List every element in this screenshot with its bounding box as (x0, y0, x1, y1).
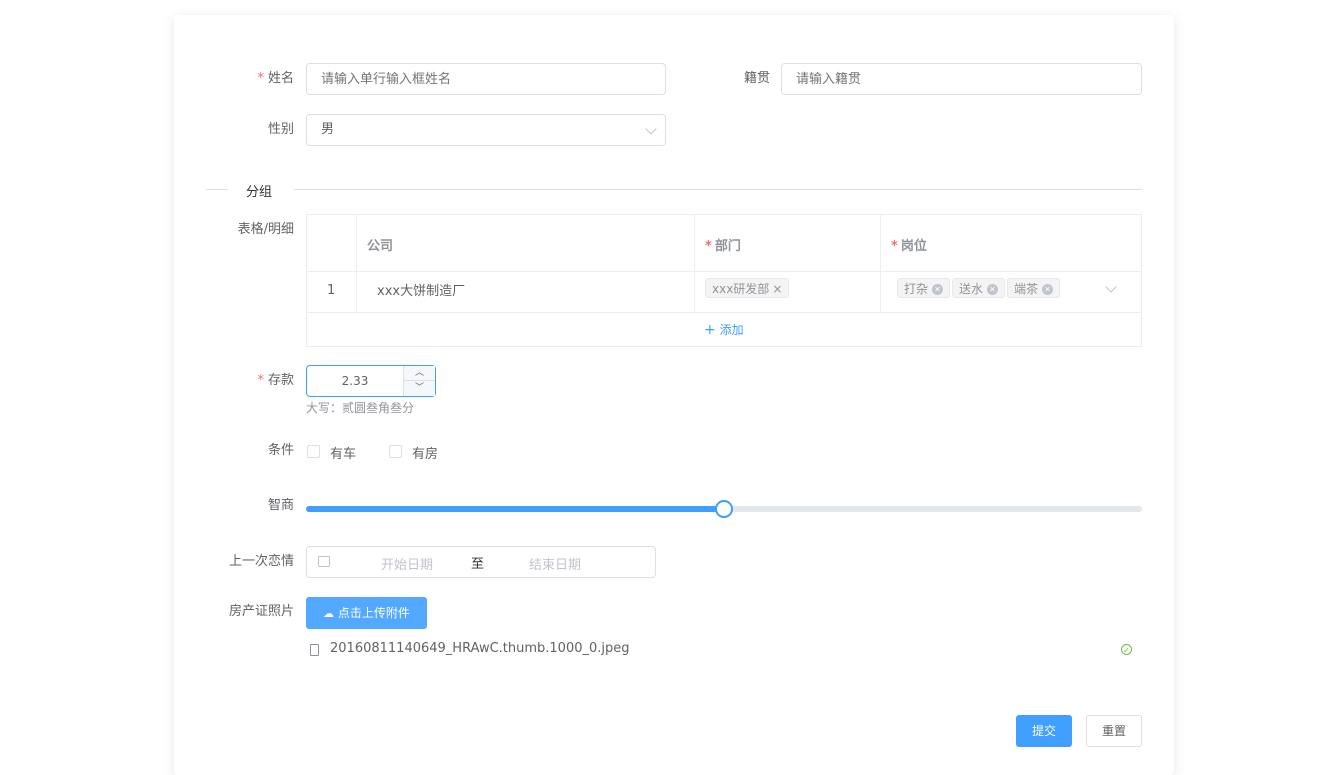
property-photo-label: 房产证照片 (228, 604, 294, 619)
close-icon[interactable]: ✕ (987, 284, 999, 295)
chevron-down-icon (645, 123, 657, 135)
deposit-label: * 存款 (257, 373, 294, 388)
date-range-picker[interactable]: 开始日期 至 结束日期 (306, 546, 656, 578)
calendar-icon (318, 556, 330, 567)
increment-button[interactable]: ︿ (403, 366, 435, 381)
checkbox-has-house[interactable] (389, 445, 402, 458)
close-icon[interactable]: × (772, 282, 782, 296)
range-separator: 至 (471, 557, 485, 572)
col-divider (880, 215, 881, 313)
name-label: * 姓名 (257, 71, 294, 86)
col-header-department: * 部门 (705, 239, 741, 254)
divider-right-line (294, 189, 1142, 190)
col-header-company: 公司 (367, 239, 394, 254)
row-index: 1 (327, 283, 336, 298)
hometown-input[interactable] (781, 63, 1142, 95)
file-name[interactable]: 20160811140649_HRAwC.thumb.1000_0.jpeg (330, 641, 630, 656)
divider-left-line (206, 189, 228, 190)
gender-select[interactable]: 男 (306, 114, 666, 146)
col-divider (694, 215, 695, 313)
last-love-label: 上一次恋情 (228, 554, 294, 569)
iq-label: 智商 (267, 498, 294, 513)
chevron-down-icon: ﹀ (414, 383, 424, 393)
chevron-up-icon: ︿ (414, 368, 424, 378)
checkbox-has-car[interactable] (307, 445, 320, 458)
reset-button[interactable]: 重置 (1086, 715, 1142, 747)
hometown-label: 籍贯 (743, 71, 770, 86)
name-input[interactable] (306, 63, 666, 95)
position-tag: 端茶 ✕ (1007, 278, 1061, 298)
cloud-upload-icon: ☁ (323, 607, 335, 620)
deposit-hint: 大写：贰圆叁角叁分 (306, 401, 415, 415)
position-tag: 打杂 ✕ (897, 278, 951, 298)
close-icon[interactable]: ✕ (932, 284, 944, 295)
upload-button[interactable]: ☁ 点击上传附件 (306, 597, 427, 629)
iq-slider-fill (306, 506, 724, 512)
detail-table: 公司 * 部门 * 岗位 1 xxx大饼制造厂 xxx研发部 × 打杂 ✕ 送水 ✕ 端茶… (306, 214, 1142, 347)
decrement-button[interactable]: ﹀ (403, 381, 435, 396)
deposit-input-number[interactable]: 2.33 ︿ ﹀ (306, 365, 436, 397)
plus-icon: + (704, 322, 716, 338)
deposit-value[interactable]: 2.33 (307, 366, 403, 396)
col-header-position: * 岗位 (891, 239, 927, 254)
row-divider (307, 312, 1141, 313)
checkbox-has-house-label[interactable]: 有房 (412, 443, 438, 462)
end-date-input[interactable]: 结束日期 (515, 554, 595, 573)
company-cell[interactable]: xxx大饼制造厂 (377, 280, 465, 299)
row-divider (307, 271, 1141, 272)
chevron-down-icon[interactable] (1105, 281, 1117, 293)
iq-slider-track[interactable] (306, 500, 1142, 518)
conditions-label: 条件 (267, 443, 294, 458)
start-date-input[interactable]: 开始日期 (367, 554, 447, 573)
group-divider-title: 分组 (246, 185, 273, 200)
department-tag: xxx研发部 × (705, 278, 790, 298)
success-check-icon: ✓ (1121, 644, 1132, 655)
position-tag: 送水 ✕ (952, 278, 1006, 298)
add-row-button[interactable]: + 添加 (704, 321, 744, 338)
form-card: *姓名 籍贯 性别 男 分组 表格/明细 公司 *部门 *岗位 (174, 15, 1174, 775)
document-icon (310, 644, 319, 656)
iq-slider-handle[interactable] (715, 500, 733, 518)
close-icon[interactable]: ✕ (1042, 284, 1054, 295)
col-divider (356, 215, 357, 313)
checkbox-has-car-label[interactable]: 有车 (330, 443, 356, 462)
uploaded-file-item[interactable]: 20160811140649_HRAwC.thumb.1000_0.jpeg ✓ (310, 641, 1140, 661)
submit-button[interactable]: 提交 (1016, 715, 1072, 747)
gender-label: 性别 (267, 122, 294, 137)
table-label: 表格/明细 (237, 222, 294, 237)
